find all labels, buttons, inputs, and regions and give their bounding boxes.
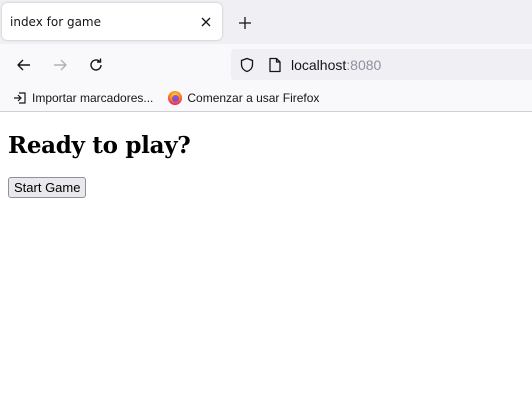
bookmark-firefox[interactable]: Comenzar a usar Firefox bbox=[163, 87, 323, 109]
reload-icon bbox=[90, 58, 102, 71]
url-text[interactable]: localhost:8080 bbox=[291, 57, 381, 73]
plus-icon bbox=[239, 17, 251, 29]
back-button[interactable] bbox=[10, 51, 38, 79]
url-bar[interactable]: localhost:8080 bbox=[231, 49, 532, 80]
reload-button[interactable] bbox=[82, 51, 110, 79]
page-content: Ready to play? Start Game bbox=[0, 132, 532, 198]
url-host: localhost bbox=[291, 56, 347, 73]
bookmark-label: Comenzar a usar Firefox bbox=[187, 91, 320, 105]
shield-icon[interactable] bbox=[237, 55, 257, 75]
forward-button[interactable] bbox=[46, 51, 74, 79]
page-icon[interactable] bbox=[265, 55, 285, 75]
bookmark-label: Importar marcadores... bbox=[32, 91, 154, 105]
tab-strip: index for game bbox=[0, 0, 532, 44]
bookmarks-toolbar: Importar marcadores... Comenzar a usar F… bbox=[0, 85, 532, 112]
page-title: Ready to play? bbox=[8, 132, 191, 159]
back-arrow-icon bbox=[17, 59, 30, 71]
browser-tab[interactable]: index for game bbox=[2, 3, 222, 40]
start-game-button[interactable]: Start Game bbox=[8, 177, 87, 198]
close-icon[interactable] bbox=[194, 10, 218, 34]
tab-title: index for game bbox=[10, 14, 102, 29]
url-port: :8080 bbox=[346, 56, 382, 73]
import-icon bbox=[12, 90, 28, 106]
bookmark-import[interactable]: Importar marcadores... bbox=[8, 87, 157, 109]
firefox-icon bbox=[167, 90, 183, 106]
nav-bar: localhost:8080 bbox=[0, 44, 532, 85]
new-tab-button[interactable] bbox=[232, 10, 258, 36]
forward-arrow-icon bbox=[54, 59, 67, 71]
